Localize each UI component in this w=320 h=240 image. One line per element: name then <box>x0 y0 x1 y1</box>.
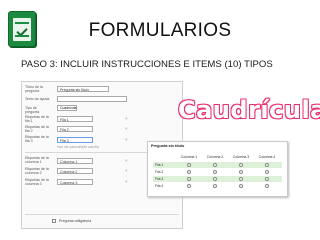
remove-row-1-icon[interactable]: × <box>125 116 128 121</box>
remove-row-3-icon[interactable]: × <box>125 137 128 142</box>
column-header: Columna 2 <box>206 155 224 159</box>
grid-row: Fila 4 <box>153 183 282 189</box>
question-title-input[interactable]: Pregunta sin título <box>57 86 109 92</box>
grid-radio[interactable] <box>213 170 217 174</box>
preview-title: Pregunta sin título <box>151 144 185 148</box>
help-text-input[interactable] <box>57 96 127 102</box>
grid-radio[interactable] <box>187 163 191 167</box>
grid-radio[interactable] <box>213 163 217 167</box>
grid-radio[interactable] <box>239 163 243 167</box>
column-label-3: Etiquetas de la columna 3 <box>25 178 49 187</box>
grid-radio[interactable] <box>213 184 217 188</box>
grid-row: Fila 2 <box>153 169 282 175</box>
grid-radio[interactable] <box>265 177 269 181</box>
help-text-label: Texto de ayuda <box>25 97 50 101</box>
question-title-label: Título de la pregunta <box>25 85 43 94</box>
grid-radio[interactable] <box>213 177 217 181</box>
column-label-2: Etiquetas de la columna 2 <box>25 167 49 176</box>
grid-preview: Pregunta sin título Columna 1 Columna 2 … <box>147 141 288 197</box>
row-label-2: Etiquetas de la fila 2 <box>25 125 49 134</box>
grid-radio[interactable] <box>239 177 243 181</box>
slide-title: FORMULARIOS <box>88 20 232 41</box>
grid-row-label: Fila 1 <box>155 163 164 167</box>
column-input-2[interactable]: Columna 2 <box>57 168 93 174</box>
grid-row-label: Fila 3 <box>155 177 164 181</box>
grid-radio[interactable] <box>265 163 269 167</box>
column-input-1[interactable]: Columna 1 <box>57 158 93 164</box>
column-input-3[interactable]: Columna 3 <box>57 179 93 185</box>
grid-radio[interactable] <box>265 170 269 174</box>
column-header: Columna 1 <box>180 155 198 159</box>
remove-column-2-icon[interactable]: × <box>125 168 128 173</box>
question-type-select[interactable]: Cuadrícula <box>57 105 77 111</box>
row-label-3: Etiquetas de la fila 3 <box>25 135 49 144</box>
column-header: Columna 3 <box>232 155 250 159</box>
row-input-3[interactable]: Fila 3 <box>57 137 93 143</box>
remove-column-3-icon[interactable]: × <box>125 179 128 184</box>
question-type-label: Tipo de pregunta <box>25 106 40 115</box>
grid-row: Fila 1 <box>153 162 282 168</box>
row-input-2[interactable]: Fila 2 <box>57 126 93 132</box>
required-label: Pregunta obligatoria <box>59 219 92 223</box>
grid-row-label: Fila 4 <box>155 184 164 188</box>
slide-subtitle: PASO 3: INCLUIR INSTRUCCIONES E ITEMS (1… <box>21 59 273 70</box>
remove-row-2-icon[interactable]: × <box>125 126 128 131</box>
grid-radio[interactable] <box>239 170 243 174</box>
grid-radio[interactable] <box>187 184 191 188</box>
add-row-link[interactable]: Haz clic para añadir una fila <box>57 145 99 149</box>
grid-radio[interactable] <box>187 177 191 181</box>
remove-column-1-icon[interactable]: × <box>125 158 128 163</box>
grid-radio[interactable] <box>187 170 191 174</box>
row-input-1[interactable]: Fila 1 <box>57 116 93 122</box>
highlight-label: Caudrícula <box>178 96 320 124</box>
required-checkbox[interactable] <box>52 219 56 223</box>
column-header: Columna 4 <box>258 155 276 159</box>
grid-radio[interactable] <box>239 184 243 188</box>
grid-row-label: Fila 2 <box>155 170 164 174</box>
row-label-1: Etiquetas de la fila 1 <box>25 115 49 124</box>
grid-radio[interactable] <box>265 184 269 188</box>
divider <box>25 214 179 215</box>
column-label-1: Etiquetas de la columna 1 <box>25 156 49 165</box>
grid-row: Fila 3 <box>153 176 282 182</box>
